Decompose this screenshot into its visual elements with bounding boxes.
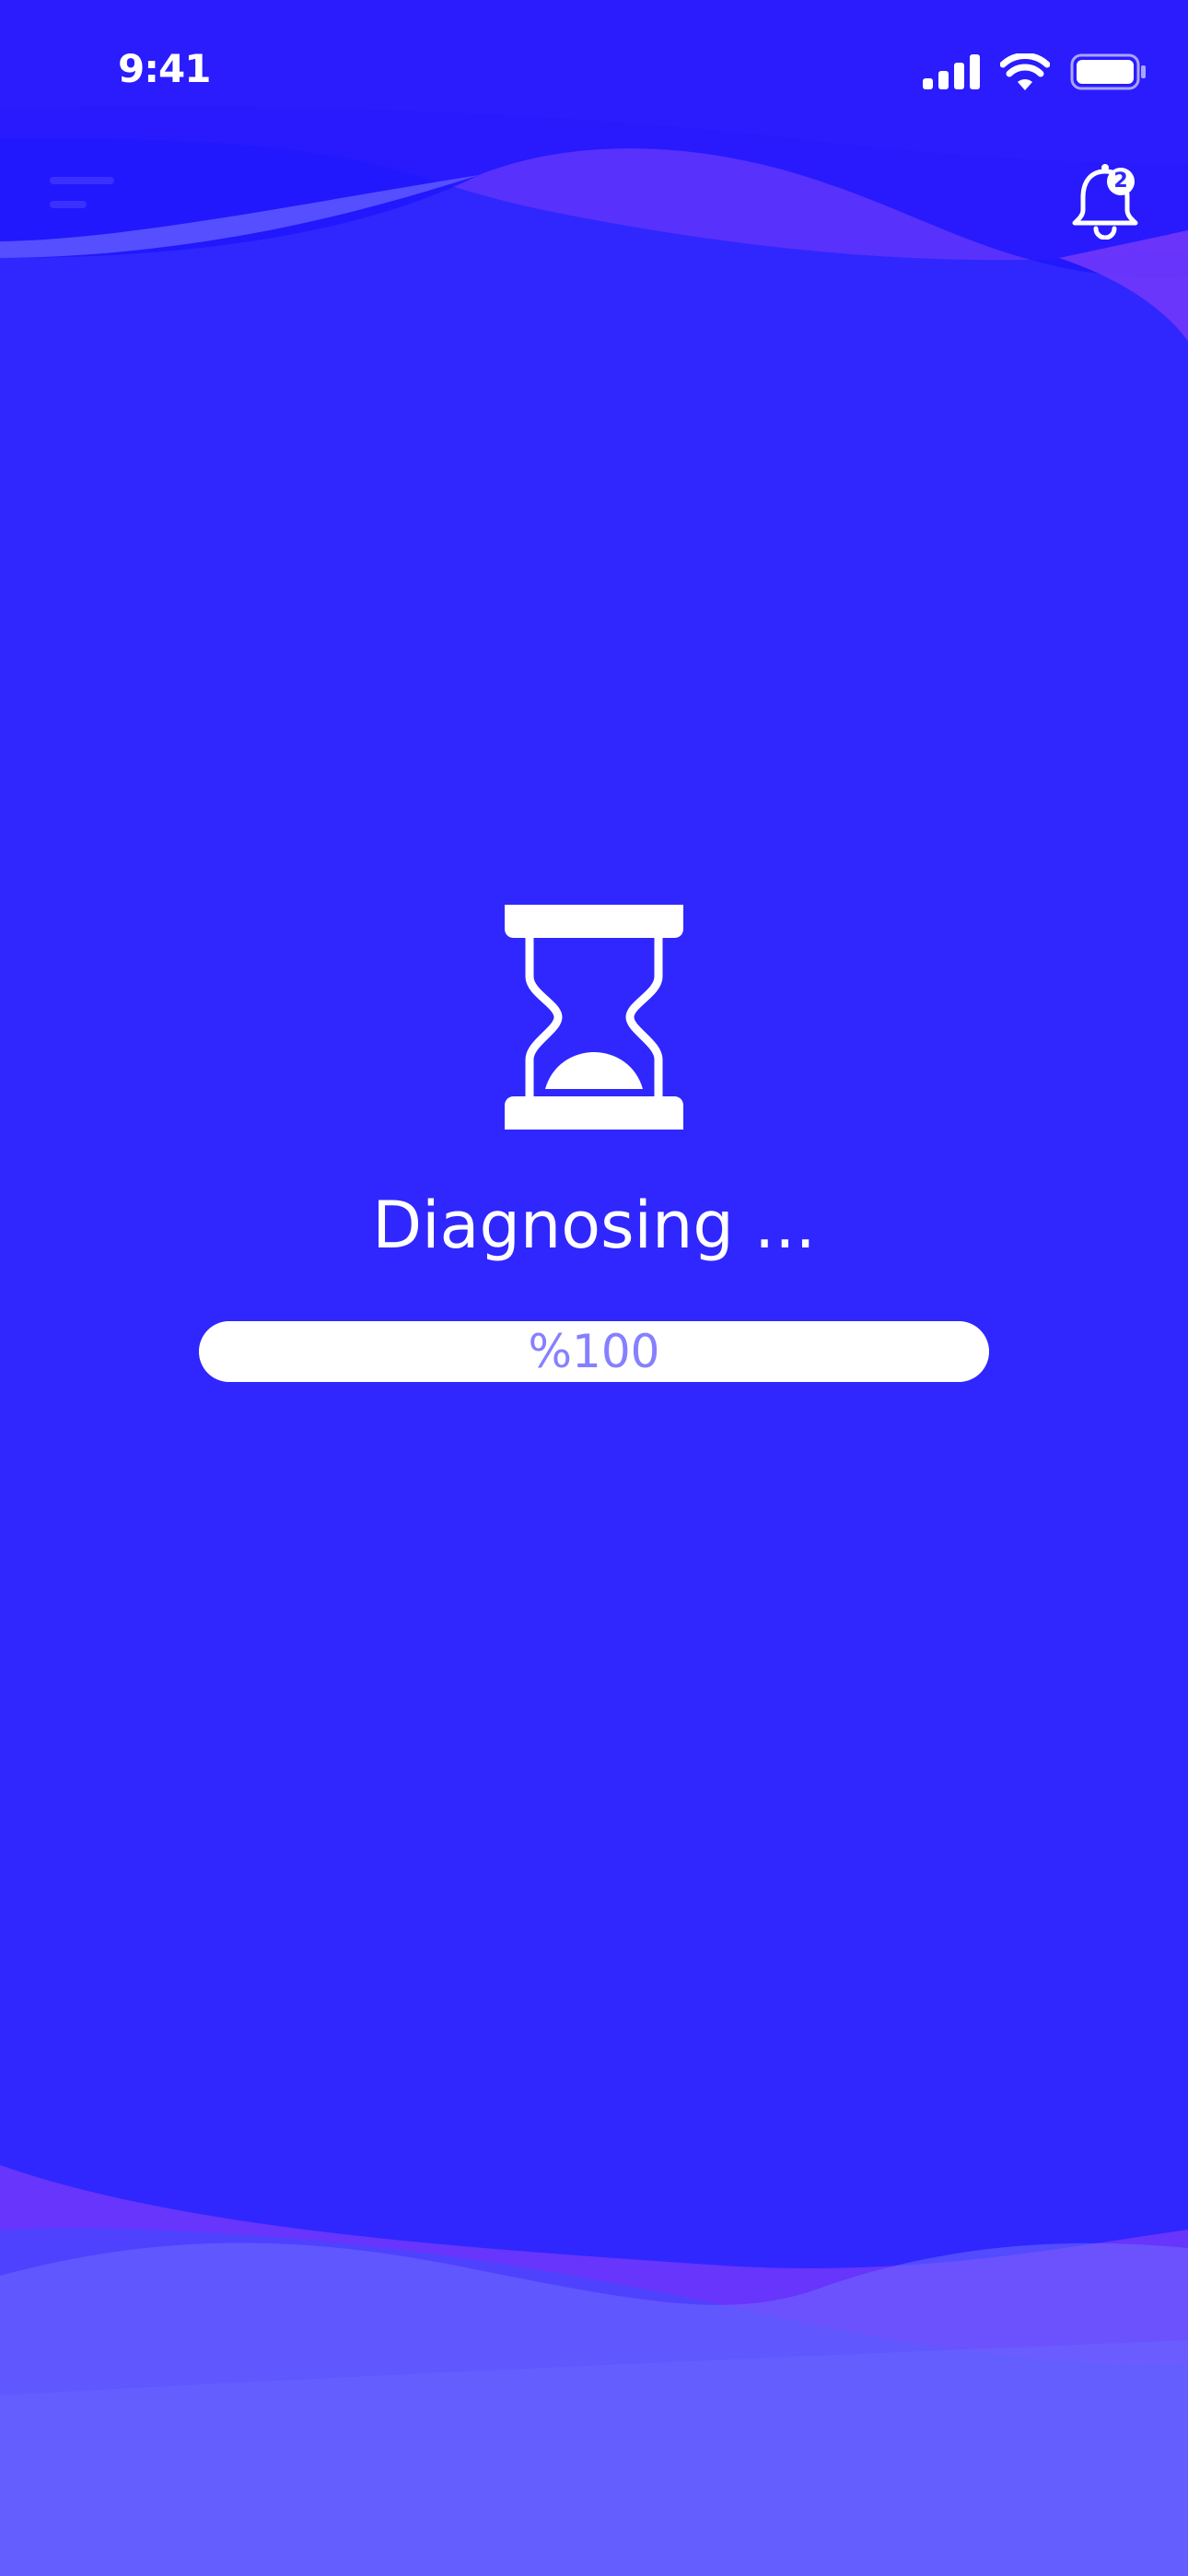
bell-icon — [1072, 164, 1138, 240]
menu-button[interactable] — [46, 168, 120, 219]
progress-bar: %100 — [199, 1321, 989, 1382]
cellular-signal-icon — [923, 54, 980, 89]
menu-icon — [50, 177, 114, 184]
background-waves — [0, 0, 1188, 2576]
hourglass-icon — [505, 905, 683, 1130]
menu-icon-line — [50, 201, 87, 208]
battery-icon — [1070, 53, 1146, 90]
progress-label: %100 — [528, 1325, 660, 1378]
status-bar: 9:41 — [0, 0, 1188, 147]
wifi-icon — [1000, 53, 1050, 90]
status-title: Diagnosing ... — [372, 1188, 816, 1263]
status-time: 9:41 — [118, 46, 211, 91]
notifications-button[interactable]: 2 — [1068, 157, 1142, 240]
status-icons — [923, 53, 1146, 90]
notification-badge: 2 — [1107, 168, 1135, 195]
